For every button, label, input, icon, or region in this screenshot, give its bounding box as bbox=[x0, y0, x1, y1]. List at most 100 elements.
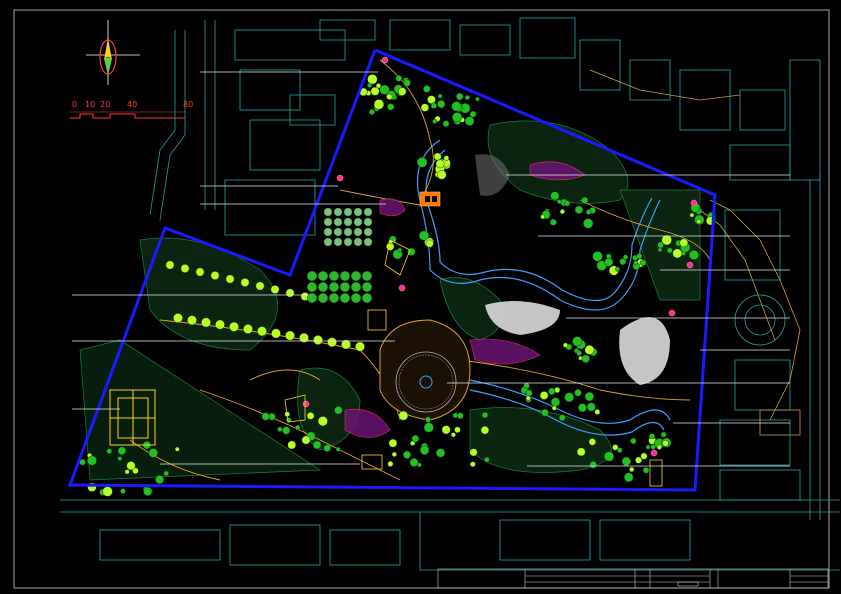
tree-symbol bbox=[301, 435, 311, 445]
tree-symbol bbox=[604, 451, 615, 462]
tree-symbol bbox=[442, 120, 450, 128]
tree-symbol bbox=[688, 250, 699, 261]
tree-symbol bbox=[163, 470, 169, 477]
tree-symbol bbox=[287, 440, 297, 450]
tree-symbol bbox=[339, 270, 351, 282]
tree-symbol bbox=[317, 292, 329, 304]
tree-symbol bbox=[302, 400, 310, 408]
tree-symbol bbox=[294, 424, 301, 431]
tree-symbol bbox=[604, 257, 614, 267]
tree-symbol bbox=[551, 405, 557, 411]
tree-symbol bbox=[313, 335, 323, 345]
tree-symbol bbox=[240, 278, 250, 287]
tree-symbol bbox=[143, 486, 153, 496]
tree-symbol bbox=[361, 270, 373, 282]
tree-symbol bbox=[187, 315, 197, 325]
tree-symbol bbox=[584, 344, 595, 355]
tree-symbol bbox=[102, 486, 113, 497]
tree-symbol bbox=[417, 462, 422, 468]
tree-symbol bbox=[576, 350, 582, 356]
tree-symbol bbox=[323, 227, 333, 237]
tree-symbol bbox=[423, 85, 431, 93]
tree-symbol bbox=[443, 155, 450, 161]
tree-symbol bbox=[437, 93, 443, 99]
tree-symbol bbox=[363, 217, 373, 227]
tree-symbol bbox=[617, 447, 623, 453]
tree-symbol bbox=[367, 82, 373, 88]
tree-symbol bbox=[363, 227, 373, 237]
tree-symbol bbox=[120, 488, 126, 494]
tree-symbol bbox=[639, 259, 647, 266]
tree-symbol bbox=[432, 118, 438, 124]
tree-symbol bbox=[333, 227, 343, 237]
tree-symbol bbox=[574, 389, 582, 397]
tree-symbol bbox=[117, 446, 127, 455]
tree-symbol bbox=[343, 227, 353, 237]
tree-symbol bbox=[586, 402, 596, 412]
scale-label-10: 10 bbox=[85, 100, 95, 109]
tree-symbol bbox=[556, 199, 562, 205]
tree-symbol bbox=[387, 103, 395, 111]
tree-symbol bbox=[425, 239, 434, 248]
tree-symbol bbox=[541, 408, 549, 417]
tree-symbol bbox=[106, 448, 113, 454]
tree-symbol bbox=[452, 112, 463, 123]
tree-symbol bbox=[126, 461, 136, 471]
tree-symbol bbox=[588, 438, 597, 446]
tree-symbol bbox=[484, 456, 490, 463]
tree-symbol bbox=[475, 96, 480, 102]
tree-symbol bbox=[381, 56, 389, 64]
tree-symbol bbox=[323, 237, 333, 247]
tree-symbol bbox=[450, 432, 456, 438]
tree-symbol bbox=[686, 261, 694, 269]
tree-symbol bbox=[589, 461, 597, 469]
tree-symbol bbox=[550, 397, 561, 407]
tree-symbol bbox=[418, 230, 430, 241]
tree-symbol bbox=[562, 342, 569, 348]
landscape-plan-drawing: 0 10 20 40 80 bbox=[13, 9, 840, 589]
tree-symbol bbox=[435, 159, 445, 169]
tree-symbol bbox=[387, 460, 394, 467]
tree-symbol bbox=[363, 207, 373, 217]
scale-label-0: 0 bbox=[72, 100, 77, 109]
tree-symbol bbox=[336, 174, 344, 182]
tree-symbol bbox=[350, 281, 362, 293]
tree-symbol bbox=[454, 426, 461, 434]
tree-symbol bbox=[333, 237, 343, 247]
tree-symbol bbox=[645, 444, 651, 450]
tree-symbol bbox=[452, 412, 459, 419]
tree-symbol bbox=[335, 446, 341, 452]
tree-symbol bbox=[353, 217, 363, 227]
tree-symbol bbox=[328, 292, 340, 304]
tree-symbol bbox=[469, 110, 477, 118]
tree-symbol bbox=[215, 319, 225, 330]
central-plaza bbox=[379, 319, 471, 421]
tree-symbol bbox=[409, 458, 419, 467]
tree-symbol bbox=[180, 264, 190, 273]
tree-symbol bbox=[323, 217, 333, 227]
tree-symbol bbox=[525, 389, 533, 397]
tree-symbol bbox=[285, 330, 295, 341]
tree-symbol bbox=[328, 281, 340, 293]
tree-symbol bbox=[339, 292, 351, 304]
tree-symbol bbox=[650, 449, 658, 457]
tree-symbol bbox=[558, 414, 566, 422]
tree-symbol bbox=[317, 416, 328, 427]
tree-symbol bbox=[173, 313, 183, 323]
tree-symbol bbox=[398, 410, 409, 421]
tree-symbol bbox=[540, 214, 545, 220]
tree-symbol bbox=[398, 284, 406, 292]
tree-symbol bbox=[255, 281, 265, 291]
tree-symbol bbox=[642, 467, 650, 474]
tree-symbol bbox=[621, 456, 631, 467]
tree-symbol bbox=[425, 416, 431, 423]
tree-symbol bbox=[355, 341, 365, 352]
tree-symbol bbox=[317, 281, 329, 293]
tree-symbol bbox=[583, 218, 594, 229]
tree-symbol bbox=[148, 448, 158, 458]
tree-symbol bbox=[633, 260, 639, 266]
tree-symbol bbox=[271, 328, 281, 339]
tree-symbol bbox=[257, 326, 267, 336]
tree-symbol bbox=[559, 209, 565, 215]
title-block bbox=[437, 568, 829, 589]
